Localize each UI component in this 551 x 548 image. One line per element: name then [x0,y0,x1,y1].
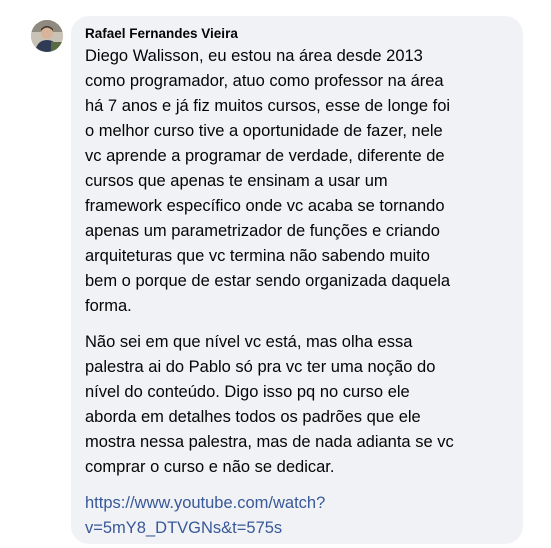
comment-author-name[interactable]: Rafael Fernandes Vieira [85,25,511,43]
comment-line: nível do conteúdo. Digo isso pq no curso… [85,383,410,401]
comment-bubble: Rafael Fernandes Vieira Diego Walisson, … [71,16,523,544]
comment-line: aborda em detalhes todos os padrões que … [85,408,421,426]
comment-thread: Rafael Fernandes Vieira Diego Walisson, … [0,0,551,548]
comment-line: palestra ai do Pablo só pra vc ter uma n… [85,358,436,376]
comment-line: Diego Walisson, eu estou na área desde 2… [85,47,423,65]
comment-paragraph: Diego Walisson, eu estou na área desde 2… [85,44,511,319]
link-line: https://www.youtube.com/watch? [85,494,326,512]
avatar-image [31,20,63,52]
link-line: v=5mY8_DTVGNs&t=575s [85,519,283,537]
youtube-link[interactable]: https://www.youtube.com/watch? v=5mY8_DT… [85,491,511,541]
comment-line: há 7 anos e já fiz muitos cursos, esse d… [85,97,451,115]
comment-line: mostra nessa palestra, mas de nada adian… [85,433,454,451]
comment-line: o melhor curso tive a oportunidade de fa… [85,122,443,140]
comment-line: bem o porque de estar sendo organizada d… [85,272,451,290]
comment-line: Não sei em que nível vc está, mas olha e… [85,333,413,351]
comment-line: comprar o curso e não se dedicar. [85,458,335,476]
comment-line: como programador, atuo como professor na… [85,72,444,90]
comment-line: apenas um parametrizador de funções e cr… [85,222,440,240]
comment-line: vc aprende a programar de verdade, difer… [85,147,445,165]
comment-paragraph: Não sei em que nível vc está, mas olha e… [85,330,511,480]
comment-line: arquiteturas que vc termina não sabendo … [85,247,430,265]
comment-line: forma. [85,297,132,315]
comment-line: cursos que apenas te ensinam a usar um [85,172,388,190]
comment-line: framework específico onde vc acaba se to… [85,197,445,215]
avatar[interactable] [31,20,63,52]
